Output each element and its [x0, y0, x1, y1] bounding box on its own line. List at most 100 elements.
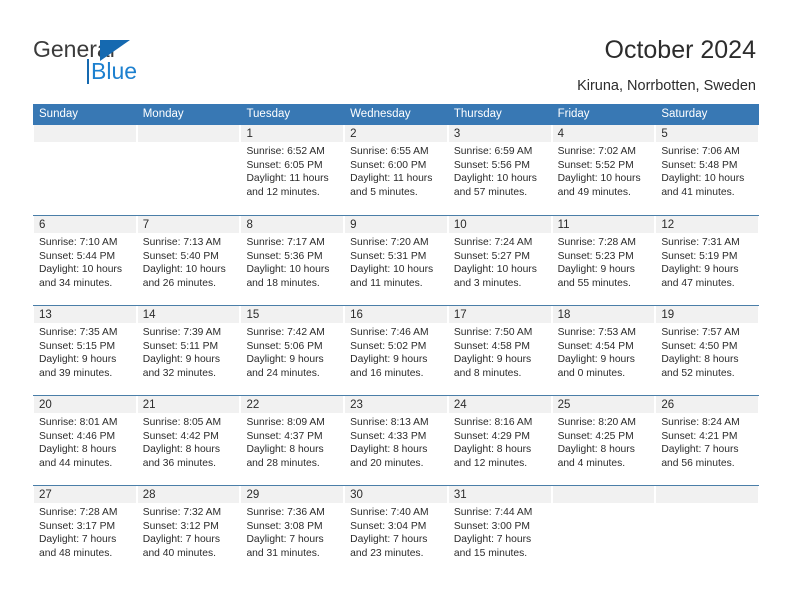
day-number-band: [552, 125, 655, 142]
daylight-text-line1: Daylight: 9 hours: [39, 354, 117, 366]
daylight-text-line2: and 48 minutes.: [39, 547, 113, 559]
day-cell-2[interactable]: 2 Sunrise: 6:55 AM Sunset: 6:00 PM Daylight…: [344, 125, 448, 214]
daylight-text-line1: Daylight: 8 hours: [142, 444, 220, 456]
day-cell-10[interactable]: 10 Sunrise: 7:24 AM Sunset: 5:27 PM Dayligh…: [447, 216, 552, 305]
day-number-band: [241, 125, 344, 142]
sunset-text: Sunset: 5:56 PM: [453, 159, 531, 171]
day-cell-28[interactable]: 28 Sunrise: 7:32 AM Sunset: 3:12 PM Dayligh…: [136, 486, 241, 575]
calendar-week-row: 27 Sunrise: 7:28 AM Sunset: 3:17 PM Dayligh…: [33, 485, 760, 575]
weekday-header-saturday: Saturday: [661, 108, 708, 120]
sunrise-text: Sunrise: 7:42 AM: [246, 327, 325, 338]
day-number: 12: [661, 219, 675, 231]
calendar-week-row: 6 Sunrise: 7:10 AM Sunset: 5:44 PM Daylight…: [33, 215, 760, 305]
day-cell-24[interactable]: 24 Sunrise: 8:16 AM Sunset: 4:29 PM Dayligh…: [447, 396, 552, 485]
day-cell-11[interactable]: 11 Sunrise: 7:28 AM Sunset: 5:23 PM Dayligh…: [551, 216, 656, 305]
day-cell-8[interactable]: 8 Sunrise: 7:17 AM Sunset: 5:36 PM Daylight…: [240, 216, 345, 305]
sunrise-text: Sunrise: 7:28 AM: [557, 237, 637, 248]
daylight-text-line1: Daylight: 7 hours: [142, 534, 220, 546]
day-details: Sunrise: 7:53 AM Sunset: 4:54 PM Daylight:…: [558, 326, 653, 380]
sunrise-text: Sunrise: 8:01 AM: [39, 417, 118, 428]
day-number: 20: [39, 399, 52, 411]
day-number-band: [241, 216, 344, 233]
sunset-text: Sunset: 6:05 PM: [246, 159, 323, 171]
day-cell-21[interactable]: 21 Sunrise: 8:05 AM Sunset: 4:42 PM Dayligh…: [136, 396, 241, 485]
daylight-text-line1: Daylight: 9 hours: [661, 264, 739, 276]
day-details: Sunrise: 7:17 AM Sunset: 5:36 PM Daylight:…: [246, 236, 341, 290]
day-cell-empty: [33, 125, 137, 214]
day-details: Sunrise: 8:09 AM Sunset: 4:37 PM Daylight:…: [246, 416, 341, 470]
sunrise-text: Sunrise: 7:35 AM: [39, 327, 118, 338]
daylight-text-line1: Daylight: 7 hours: [350, 534, 428, 546]
daylight-text-line1: Daylight: 10 hours: [557, 173, 641, 185]
daylight-text-line2: and 31 minutes.: [246, 547, 320, 559]
day-cell-empty: [551, 486, 656, 575]
day-cell-16[interactable]: 16 Sunrise: 7:46 AM Sunset: 5:02 PM Dayligh…: [344, 306, 448, 395]
sunrise-text: Sunrise: 8:24 AM: [661, 417, 740, 428]
sunset-text: Sunset: 4:42 PM: [142, 430, 219, 442]
sunset-text: Sunset: 4:54 PM: [557, 340, 634, 352]
day-cell-19[interactable]: 19 Sunrise: 7:57 AM Sunset: 4:50 PM Dayligh…: [655, 306, 760, 395]
sunset-text: Sunset: 4:21 PM: [661, 430, 738, 442]
sunset-text: Sunset: 5:06 PM: [246, 340, 323, 352]
weekday-header-monday: Monday: [142, 108, 184, 120]
weekday-header-friday: Friday: [557, 108, 590, 120]
day-cell-7[interactable]: 7 Sunrise: 7:13 AM Sunset: 5:40 PM Daylight…: [136, 216, 241, 305]
sunset-text: Sunset: 6:00 PM: [350, 159, 427, 171]
sunrise-text: Sunrise: 6:59 AM: [453, 146, 533, 157]
day-number: 13: [39, 309, 52, 321]
day-number: 7: [142, 219, 150, 231]
sunset-text: Sunset: 5:02 PM: [350, 340, 427, 352]
logo[interactable]: General Blue: [33, 36, 253, 92]
sunrise-text: Sunrise: 8:09 AM: [246, 417, 325, 428]
day-cell-3[interactable]: 3 Sunrise: 6:59 AM Sunset: 5:56 PM Daylight…: [447, 125, 552, 214]
sunset-text: Sunset: 4:25 PM: [557, 430, 634, 442]
day-number: 1: [246, 128, 253, 140]
day-cell-4[interactable]: 4 Sunrise: 7:02 AM Sunset: 5:52 PM Daylight…: [551, 125, 656, 214]
sunset-text: Sunset: 5:36 PM: [246, 250, 323, 262]
day-number-band: [34, 125, 136, 142]
daylight-text-line1: Daylight: 11 hours: [350, 173, 433, 185]
day-details: Sunrise: 7:50 AM Sunset: 4:58 PM Daylight:…: [454, 326, 549, 380]
day-number: 19: [661, 309, 675, 321]
day-cell-5[interactable]: 5 Sunrise: 7:06 AM Sunset: 5:48 PM Daylight…: [655, 125, 760, 214]
sunrise-text: Sunrise: 7:57 AM: [661, 327, 740, 338]
weekday-header-wednesday: Wednesday: [350, 108, 411, 120]
day-number: 22: [246, 399, 260, 411]
day-cell-22[interactable]: 22 Sunrise: 8:09 AM Sunset: 4:37 PM Dayligh…: [240, 396, 345, 485]
daylight-text-line2: and 40 minutes.: [142, 547, 216, 559]
day-cell-23[interactable]: 23 Sunrise: 8:13 AM Sunset: 4:33 PM Dayligh…: [344, 396, 448, 485]
day-details: Sunrise: 6:55 AM Sunset: 6:00 PM Daylight:…: [350, 145, 445, 199]
calendar-week-row: 20 Sunrise: 8:01 AM Sunset: 4:46 PM Dayligh…: [33, 395, 760, 485]
day-cell-9[interactable]: 9 Sunrise: 7:20 AM Sunset: 5:31 PM Daylight…: [344, 216, 448, 305]
daylight-text-line2: and 26 minutes.: [142, 277, 216, 289]
day-cell-12[interactable]: 12 Sunrise: 7:31 AM Sunset: 5:19 PM Dayligh…: [655, 216, 760, 305]
sunrise-text: Sunrise: 7:40 AM: [350, 507, 429, 518]
day-cell-1[interactable]: 1 Sunrise: 6:52 AM Sunset: 6:05 PM Daylight…: [240, 125, 345, 214]
daylight-text-line1: Daylight: 9 hours: [557, 264, 635, 276]
day-cell-31[interactable]: 31 Sunrise: 7:44 AM Sunset: 3:00 PM Dayligh…: [447, 486, 552, 575]
day-cell-15[interactable]: 15 Sunrise: 7:42 AM Sunset: 5:06 PM Dayligh…: [240, 306, 345, 395]
day-cell-14[interactable]: 14 Sunrise: 7:39 AM Sunset: 5:11 PM Dayligh…: [136, 306, 241, 395]
day-cell-18[interactable]: 18 Sunrise: 7:53 AM Sunset: 4:54 PM Dayligh…: [551, 306, 656, 395]
day-details: Sunrise: 7:24 AM Sunset: 5:27 PM Daylight:…: [454, 236, 549, 290]
day-details: Sunrise: 7:36 AM Sunset: 3:08 PM Daylight:…: [246, 506, 341, 560]
sunset-text: Sunset: 5:11 PM: [142, 340, 219, 352]
day-cell-25[interactable]: 25 Sunrise: 8:20 AM Sunset: 4:25 PM Dayligh…: [551, 396, 656, 485]
day-cell-27[interactable]: 27 Sunrise: 7:28 AM Sunset: 3:17 PM Dayligh…: [33, 486, 137, 575]
day-cell-29[interactable]: 29 Sunrise: 7:36 AM Sunset: 3:08 PM Dayligh…: [240, 486, 345, 575]
sunrise-text: Sunrise: 7:32 AM: [142, 507, 222, 518]
day-cell-30[interactable]: 30 Sunrise: 7:40 AM Sunset: 3:04 PM Dayligh…: [344, 486, 448, 575]
day-cell-26[interactable]: 26 Sunrise: 8:24 AM Sunset: 4:21 PM Dayligh…: [655, 396, 760, 485]
daylight-text-line1: Daylight: 8 hours: [246, 444, 324, 456]
daylight-text-line2: and 36 minutes.: [142, 457, 216, 469]
daylight-text-line1: Daylight: 9 hours: [557, 354, 635, 366]
day-cell-13[interactable]: 13 Sunrise: 7:35 AM Sunset: 5:15 PM Dayligh…: [33, 306, 137, 395]
day-cell-20[interactable]: 20 Sunrise: 8:01 AM Sunset: 4:46 PM Dayligh…: [33, 396, 137, 485]
day-cell-17[interactable]: 17 Sunrise: 7:50 AM Sunset: 4:58 PM Dayligh…: [447, 306, 552, 395]
calendar-weekday-header: Sunday Monday Tuesday Wednesday Thursday Frid…: [33, 104, 759, 125]
day-number: 27: [39, 489, 52, 501]
day-details: Sunrise: 7:40 AM Sunset: 3:04 PM Daylight:…: [350, 506, 445, 560]
day-number: 14: [142, 309, 156, 321]
day-number-band: [656, 125, 759, 142]
day-cell-6[interactable]: 6 Sunrise: 7:10 AM Sunset: 5:44 PM Daylight…: [33, 216, 137, 305]
